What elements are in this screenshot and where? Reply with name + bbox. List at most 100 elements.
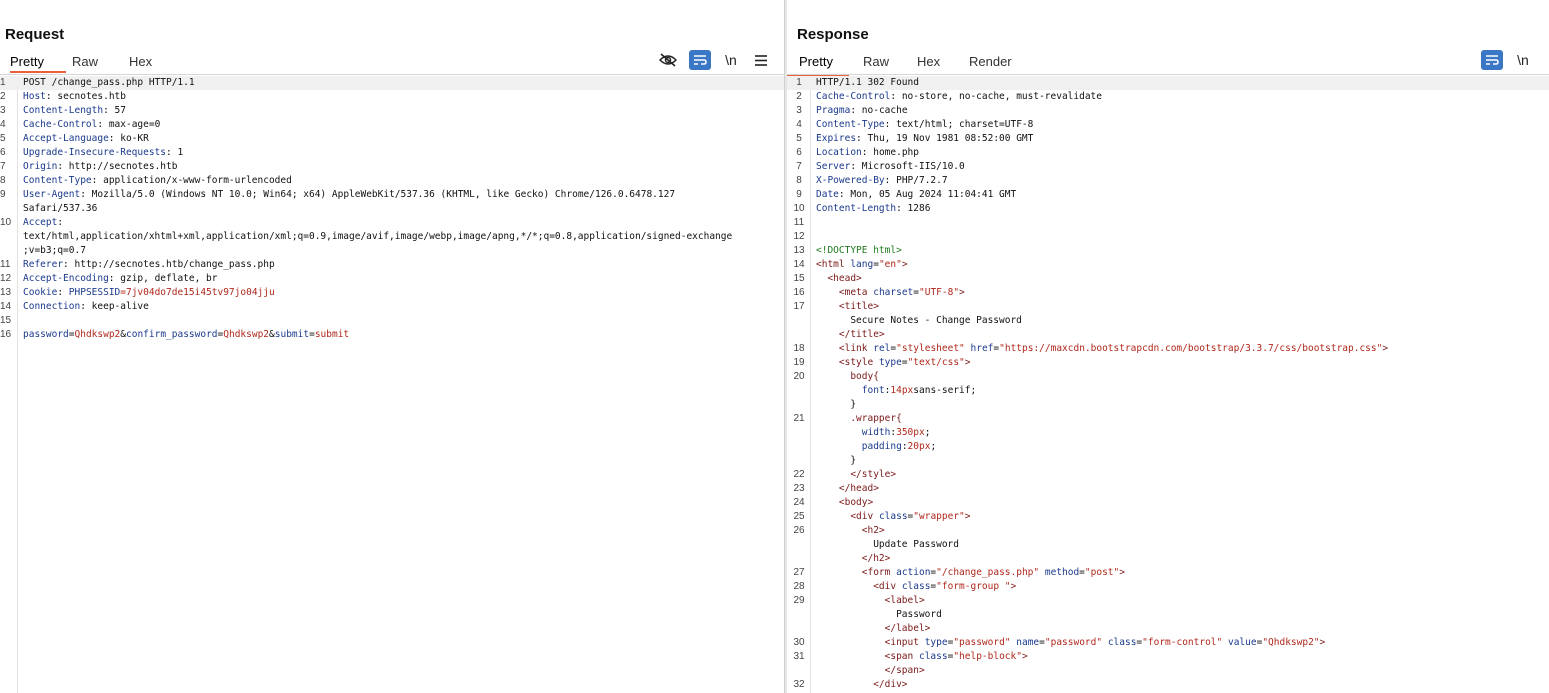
response-editor[interactable]: 1 HTTP/1.1 302 Found 2 Cache-Control: no-st… bbox=[787, 76, 1549, 693]
line-number bbox=[787, 622, 811, 636]
code-text: <html lang="en"> bbox=[811, 258, 908, 272]
code-text: Accept-Language: ko-KR bbox=[23, 133, 149, 144]
request-tab-hex[interactable]: Hex bbox=[129, 52, 169, 73]
code-token: "stylesheet" bbox=[896, 343, 965, 354]
code-token: "en" bbox=[878, 259, 902, 270]
wrap-icon[interactable] bbox=[689, 50, 711, 70]
request-editor[interactable]: 1 POST /change_pass.php HTTP/1.1 2 Host: se… bbox=[0, 76, 784, 693]
code-token: "form-control" bbox=[1142, 637, 1223, 648]
line-number: 7 bbox=[0, 161, 6, 172]
line-number: 14 bbox=[0, 301, 12, 312]
line-number bbox=[0, 202, 18, 216]
code-token: body{ bbox=[816, 371, 879, 382]
code-token: Secure Notes - Change Password bbox=[816, 315, 1022, 326]
response-code-line: 24 <body> bbox=[787, 496, 1549, 510]
request-code-line: 2 Host: secnotes.htb bbox=[0, 90, 784, 104]
code-token: padding bbox=[861, 441, 902, 452]
line-number: 4 bbox=[796, 119, 802, 130]
code-token: rel bbox=[873, 343, 891, 354]
line-number: 32 bbox=[793, 679, 805, 690]
request-code-line: text/html,application/xhtml+xml,applicat… bbox=[0, 230, 784, 244]
code-text: Server: Microsoft-IIS/10.0 bbox=[816, 161, 965, 172]
code-token: "password" bbox=[953, 637, 1011, 648]
line-number: 20 bbox=[793, 371, 805, 382]
line-number: 3 bbox=[0, 105, 6, 116]
newline-toggle[interactable]: \n bbox=[720, 50, 742, 70]
response-code-line: 25 <div class="wrapper"> bbox=[787, 510, 1549, 524]
code-token: <h2> bbox=[861, 525, 885, 536]
code-token: sans-serif; bbox=[913, 385, 977, 396]
request-code-line: 6 Upgrade-Insecure-Requests: 1 bbox=[0, 146, 784, 160]
line-number bbox=[787, 384, 811, 398]
code-token: > bbox=[901, 259, 908, 270]
request-tab-raw[interactable]: Raw bbox=[72, 52, 129, 73]
response-newline-toggle[interactable]: \n bbox=[1512, 50, 1534, 70]
code-text: <form action="/change_pass.php" method="… bbox=[811, 566, 1125, 580]
line-number: 11 bbox=[0, 259, 11, 270]
response-tab-raw[interactable]: Raw bbox=[863, 52, 917, 73]
code-token: confirm_password bbox=[126, 329, 218, 340]
response-code-line: 8 X-Powered-By: PHP/7.2.7 bbox=[787, 174, 1549, 188]
code-text: <input type="password" name="password" c… bbox=[811, 636, 1326, 650]
code-token: 20px bbox=[907, 441, 931, 452]
header-value: no-cache bbox=[856, 105, 908, 116]
response-code-line: 31 <span class="help-block"> bbox=[787, 650, 1549, 664]
line-number: 21 bbox=[793, 413, 805, 424]
header-value: keep-alive bbox=[85, 301, 149, 312]
request-code-line: 11 Referer: http://secnotes.htb/change_pa… bbox=[0, 258, 784, 272]
line-number bbox=[0, 230, 18, 244]
header-name: Origin bbox=[23, 161, 58, 172]
response-code-line: 17 <title> bbox=[787, 300, 1549, 314]
response-tab-render[interactable]: Render bbox=[969, 52, 1021, 73]
request-tab-pretty[interactable]: Pretty bbox=[10, 52, 66, 73]
code-token: "Qhdkswp2" bbox=[1262, 637, 1320, 648]
response-code-line: </h2> bbox=[787, 552, 1549, 566]
line-number: 5 bbox=[0, 133, 6, 144]
code-text: </style> bbox=[811, 468, 896, 482]
code-token: type bbox=[878, 357, 902, 368]
response-code-line: 14 <html lang="en"> bbox=[787, 258, 1549, 272]
response-wrap-icon[interactable] bbox=[1481, 50, 1503, 70]
line-number: 5 bbox=[796, 133, 802, 144]
header-name: X-Powered-By bbox=[816, 175, 885, 186]
response-code-line: } bbox=[787, 398, 1549, 412]
code-text: padding:20px; bbox=[811, 440, 936, 454]
code-text: Referer: http://secnotes.htb/change_pass… bbox=[23, 259, 275, 270]
line-number: 9 bbox=[0, 189, 6, 200]
code-token: </div> bbox=[873, 679, 908, 690]
code-token: submit bbox=[314, 329, 350, 340]
header-name: Cache-Control bbox=[816, 91, 891, 102]
line-number: 4 bbox=[0, 119, 6, 130]
code-text: Content-Type: text/html; charset=UTF-8 bbox=[816, 119, 1034, 130]
request-code-line: 15 bbox=[0, 314, 784, 328]
response-code-line: 32 </div> bbox=[787, 678, 1549, 692]
response-code-line: 19 <style type="text/css"> bbox=[787, 356, 1549, 370]
code-text: Expires: Thu, 19 Nov 1981 08:52:00 GMT bbox=[816, 133, 1034, 144]
line-number: 19 bbox=[793, 357, 805, 368]
line-number: 27 bbox=[793, 567, 805, 578]
code-token: </label> bbox=[884, 623, 931, 634]
code-token: <div bbox=[873, 581, 902, 592]
header-name: Cookie bbox=[23, 287, 58, 298]
menu-icon[interactable] bbox=[750, 50, 772, 70]
response-tab-hex[interactable]: Hex bbox=[917, 52, 969, 73]
line-number: 22 bbox=[793, 469, 805, 480]
code-text: <meta charset="UTF-8"> bbox=[811, 286, 965, 300]
request-code-line: 14 Connection: keep-alive bbox=[0, 300, 784, 314]
eye-hide-icon[interactable] bbox=[657, 50, 679, 70]
line-number: 25 bbox=[793, 511, 805, 522]
code-text: Location: home.php bbox=[816, 147, 919, 158]
code-text: <style type="text/css"> bbox=[811, 356, 971, 370]
response-code-line: 15 <head> bbox=[787, 272, 1549, 286]
response-code-line: width:350px; bbox=[787, 426, 1549, 440]
line-number: 2 bbox=[796, 91, 802, 102]
